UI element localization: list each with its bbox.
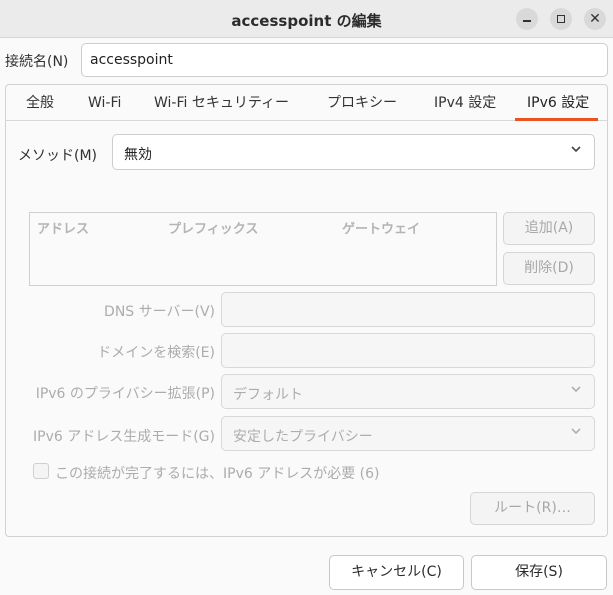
minimize-button[interactable] — [516, 8, 538, 30]
column-header-gateway: ゲートウェイ — [342, 222, 421, 237]
addr-gen-label: IPv6 アドレス生成モード(G) — [33, 429, 215, 445]
column-header-prefix: プレフィックス — [168, 222, 259, 237]
minimize-icon — [523, 20, 531, 22]
add-address-button[interactable]: 追加(A) — [503, 212, 595, 245]
chevron-down-icon — [570, 383, 582, 395]
dns-input[interactable] — [221, 292, 595, 327]
search-domain-input[interactable] — [221, 333, 595, 368]
maximize-button[interactable] — [550, 8, 572, 30]
dns-label: DNS サーバー(V) — [104, 304, 215, 320]
privacy-label: IPv6 のプライバシー拡張(P) — [35, 386, 215, 402]
connection-name-input[interactable]: accesspoint — [81, 43, 608, 77]
close-icon: ✕ — [589, 11, 601, 27]
require-ipv6-label: この接続が完了するには、IPv6 アドレスが必要 (6) — [55, 466, 380, 482]
cancel-button[interactable]: キャンセル(C) — [329, 555, 464, 590]
active-tab-indicator — [515, 118, 598, 121]
chevron-down-icon — [570, 143, 582, 155]
privacy-select[interactable]: デフォルト — [221, 374, 595, 409]
close-button[interactable]: ✕ — [584, 8, 606, 30]
tab-ipv6[interactable]: IPv6 設定 — [527, 85, 589, 121]
tab-proxy[interactable]: プロキシー — [327, 85, 397, 121]
chevron-down-icon — [570, 425, 582, 437]
require-ipv6-checkbox[interactable] — [33, 463, 49, 479]
routes-button[interactable]: ルート(R)… — [470, 492, 595, 525]
addr-gen-value: 安定したプライバシー — [233, 429, 373, 445]
tab-wifi-security[interactable]: Wi-Fi セキュリティー — [154, 85, 289, 121]
method-select[interactable]: 無効 — [112, 134, 595, 170]
tab-ipv4[interactable]: IPv4 設定 — [434, 85, 496, 121]
privacy-value: デフォルト — [233, 387, 303, 403]
search-domain-label: ドメインを検索(E) — [97, 345, 215, 361]
save-button[interactable]: 保存(S) — [471, 555, 607, 590]
method-label: メソッド(M) — [18, 148, 98, 164]
tab-bar: 全般 Wi-Fi Wi-Fi セキュリティー プロキシー IPv4 設定 IPv… — [6, 85, 607, 121]
addr-gen-select[interactable]: 安定したプライバシー — [221, 416, 595, 451]
maximize-icon — [557, 15, 565, 23]
tab-general[interactable]: 全般 — [26, 85, 54, 121]
delete-address-button[interactable]: 削除(D) — [503, 252, 595, 285]
method-value: 無効 — [124, 147, 152, 163]
tab-wifi[interactable]: Wi-Fi — [88, 85, 121, 121]
connection-name-label: 接続名(N) — [5, 54, 69, 70]
address-table[interactable]: アドレス プレフィックス ゲートウェイ — [29, 212, 497, 286]
column-header-address: アドレス — [37, 222, 90, 237]
title-bar: accesspoint の編集 ✕ — [0, 0, 613, 38]
